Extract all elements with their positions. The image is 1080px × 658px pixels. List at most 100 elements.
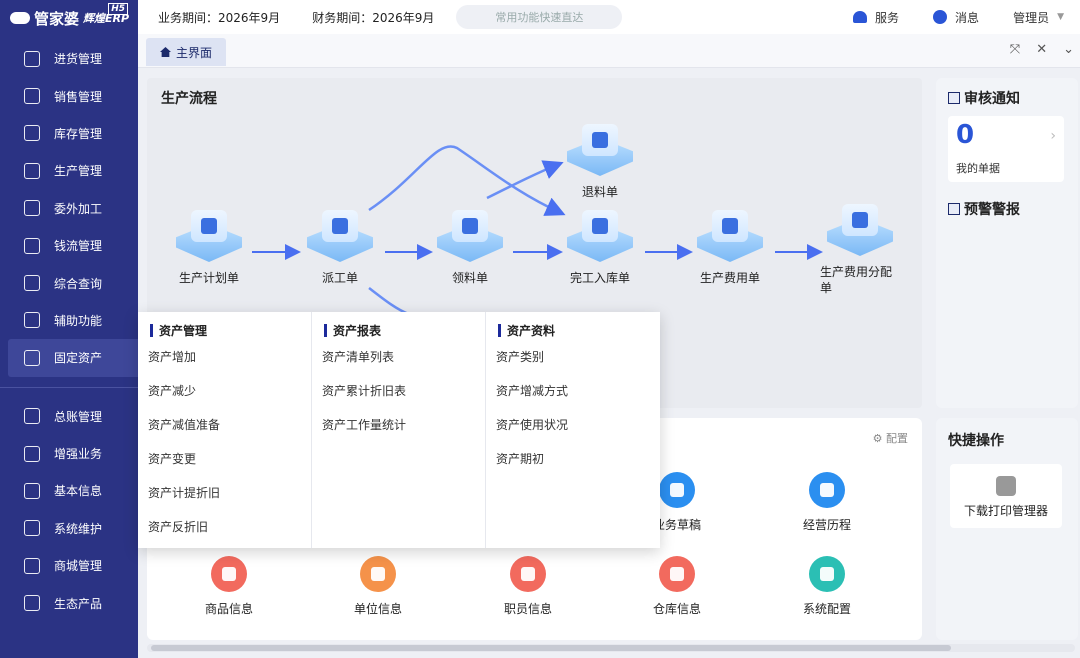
menu-item[interactable]: 资产减少 (148, 383, 311, 417)
sidebar-item-label: 辅助功能 (54, 313, 103, 328)
app-warehouse-info[interactable]: 仓库信息 (627, 556, 727, 617)
menu-item[interactable]: 资产反折旧 (148, 519, 311, 553)
message-button[interactable]: 消息 (933, 9, 979, 26)
close-icon[interactable]: ✕ (1036, 42, 1047, 57)
sidebar: 管家婆 辉煌ERP H5 进货管理 销售管理 库存管理 生产管理 委外加工 钱流… (0, 0, 138, 658)
sidebar-item-label: 总账管理 (54, 409, 103, 424)
download-print-manager-button[interactable]: 下载打印管理器 (950, 464, 1062, 528)
menu-column-title-label: 资产管理 (159, 324, 208, 338)
box-icon (24, 125, 40, 142)
message-icon (933, 10, 948, 24)
flow-node-completion[interactable]: 完工入库单 (560, 210, 640, 286)
sidebar-item-label: 库存管理 (54, 126, 103, 141)
sidebar-item-label: 钱流管理 (54, 239, 103, 254)
chevron-down-icon: ▼ (1057, 12, 1064, 22)
assist-icon (24, 312, 40, 329)
sidebar-item-sales[interactable]: 销售管理 (0, 77, 138, 114)
config-button[interactable]: ⚙ 配置 (873, 430, 908, 446)
product-icon (211, 556, 247, 592)
sidebar-item-cashflow[interactable]: 钱流管理 (0, 227, 138, 264)
sidebar-item-purchase[interactable]: 进货管理 (0, 40, 138, 77)
chevron-down-icon[interactable]: ⌄ (1063, 42, 1074, 57)
top-bar: 业务期间：2026年9月 财务期间：2026年9月 常用功能快速直达 服务 消息… (138, 0, 1080, 34)
sidebar-item-eco[interactable]: 生态产品 (0, 584, 138, 621)
menu-column-asset-management: 资产管理 资产增加 资产减少 资产减值准备 资产变更 资产计提折旧 资产反折旧 (138, 312, 312, 548)
home-icon (159, 47, 171, 57)
sidebar-item-maintenance[interactable]: 系统维护 (0, 510, 138, 547)
sidebar-item-production[interactable]: 生产管理 (0, 152, 138, 189)
menu-column-title: 资产资料 (496, 322, 660, 339)
quick-search-input[interactable]: 常用功能快速直达 (456, 5, 623, 29)
flow-node-dispatch[interactable]: 派工单 (300, 210, 380, 286)
app-staff-info[interactable]: 职员信息 (478, 556, 578, 617)
tab-home[interactable]: 主界面 (146, 38, 226, 66)
app-product-info[interactable]: 商品信息 (179, 556, 279, 617)
sidebar-item-label: 系统维护 (54, 521, 103, 536)
sidebar-item-label: 委外加工 (54, 201, 103, 216)
admin-menu[interactable]: 管理员 ▼ (1013, 9, 1064, 26)
menu-item[interactable]: 资产使用状况 (496, 417, 660, 451)
sidebar-item-outsourcing[interactable]: 委外加工 (0, 190, 138, 227)
menu-column-asset-data: 资产资料 资产类别 资产增减方式 资产使用状况 资产期初 (486, 312, 660, 548)
app-label: 系统配置 (802, 602, 851, 616)
menu-item[interactable]: 资产增加 (148, 349, 311, 383)
logo-badge: H5 (108, 3, 128, 15)
fullscreen-icon[interactable]: ⤧ (1010, 42, 1020, 57)
sidebar-item-ledger[interactable]: 总账管理 (0, 398, 138, 435)
flow-node-label: 退料单 (581, 185, 618, 199)
flow-node-label: 生产费用分配单 (820, 265, 893, 295)
quick-ops-panel: 快捷操作 下载打印管理器 (936, 418, 1078, 640)
flow-node-return[interactable]: 退料单 (560, 124, 640, 200)
sidebar-item-fixed-assets[interactable]: 固定资产 (8, 339, 138, 377)
flow-node-plan[interactable]: 生产计划单 (169, 210, 249, 286)
sidebar-item-label: 商城管理 (54, 559, 103, 574)
sidebar-item-enhance[interactable]: 增强业务 (0, 435, 138, 472)
sidebar-item-inventory[interactable]: 库存管理 (0, 115, 138, 152)
app-unit-info[interactable]: 单位信息 (328, 556, 428, 617)
sidebar-item-shop[interactable]: 商城管理 (0, 547, 138, 584)
menu-item[interactable]: 资产类别 (496, 349, 660, 383)
puzzle-icon (996, 476, 1016, 496)
unit-icon (360, 556, 396, 592)
flow-node-material[interactable]: 领料单 (430, 210, 510, 286)
return-box-icon (592, 132, 608, 148)
sidebar-item-assist[interactable]: 辅助功能 (0, 302, 138, 339)
material-icon (462, 218, 478, 234)
menu-column-title: 资产管理 (148, 322, 311, 339)
finance-period[interactable]: 财务期间：2026年9月 (312, 9, 434, 26)
service-button[interactable]: 服务 (853, 9, 899, 26)
menu-item[interactable]: 资产工作量统计 (322, 417, 485, 451)
menu-item[interactable]: 资产减值准备 (148, 417, 311, 451)
scrollbar-thumb[interactable] (151, 645, 951, 651)
audit-title: 审核通知 (948, 88, 1020, 108)
menu-item[interactable]: 资产期初 (496, 451, 660, 485)
doc-icon (24, 482, 40, 499)
notice-icon (948, 92, 960, 104)
menu-item[interactable]: 资产计提折旧 (148, 485, 311, 519)
flow-node-label: 派工单 (321, 271, 358, 285)
flow-node-cost-allocation[interactable]: 生产费用分配单 (820, 204, 900, 296)
heart-icon (853, 11, 868, 23)
flow-node-label: 完工入库单 (569, 271, 630, 285)
money-icon (24, 237, 40, 254)
menu-item[interactable]: 资产清单列表 (322, 349, 485, 383)
menu-item[interactable]: 资产变更 (148, 451, 311, 485)
app-history[interactable]: 经营历程 (777, 472, 877, 533)
horizontal-scrollbar[interactable] (147, 644, 1075, 652)
admin-label: 管理员 (1013, 10, 1050, 25)
chevron-right-icon: › (1050, 128, 1056, 144)
menu-item[interactable]: 资产累计折旧表 (322, 383, 485, 417)
flow-node-cost[interactable]: 生产费用单 (690, 210, 770, 286)
menu-item[interactable]: 资产增减方式 (496, 383, 660, 417)
sidebar-item-query[interactable]: 综合查询 (0, 264, 138, 301)
eco-icon (24, 595, 40, 612)
app-label: 商品信息 (204, 602, 253, 616)
app-system-config[interactable]: 系统配置 (777, 556, 877, 617)
app-label: 单位信息 (353, 602, 402, 616)
business-period[interactable]: 业务期间：2026年9月 (158, 9, 280, 26)
dispatch-icon (332, 218, 348, 234)
my-documents-card[interactable]: 0 › 我的单据 (948, 116, 1064, 182)
logo: 管家婆 辉煌ERP H5 (0, 0, 138, 36)
sidebar-item-basic-info[interactable]: 基本信息 (0, 472, 138, 509)
app-label: 仓库信息 (652, 602, 701, 616)
